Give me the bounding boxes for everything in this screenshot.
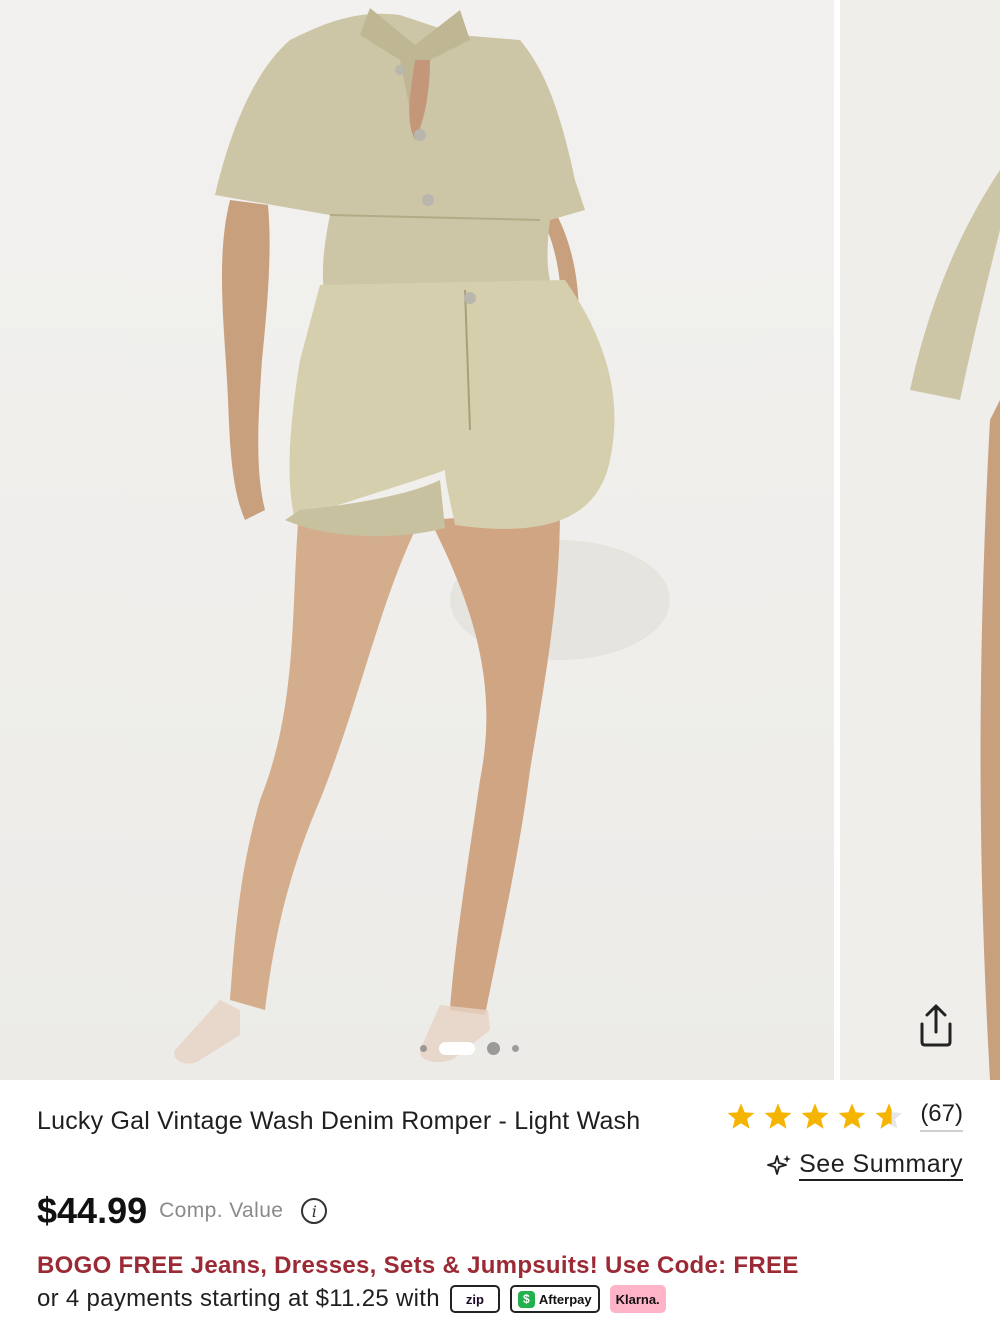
product-image-gallery[interactable] [0,0,1000,1080]
comp-value-label: Comp. Value [159,1199,284,1222]
product-main-image[interactable] [0,0,834,1080]
star-rating [726,1102,904,1130]
star-icon [801,1103,829,1129]
star-icon [727,1103,755,1129]
zip-badge[interactable]: zip [449,1285,500,1313]
price-row: $44.99 Comp. Value i [37,1190,328,1232]
gallery-dot[interactable] [420,1044,427,1052]
share-button[interactable] [910,1000,962,1052]
afterpay-icon: $ [517,1290,535,1308]
afterpay-badge[interactable]: $ Afterpay [509,1285,600,1313]
promo-banner: BOGO FREE Jeans, Dresses, Sets & Jumpsui… [37,1252,799,1279]
product-next-image[interactable] [840,0,1000,1080]
product-info: Lucky Gal Vintage Wash Denim Romper - Li… [0,1080,1000,1333]
next-model-illustration [910,170,1000,1080]
product-title: Lucky Gal Vintage Wash Denim Romper - Li… [37,1107,641,1135]
review-count-link[interactable]: (67) [920,1100,963,1132]
share-icon [920,1004,952,1047]
half-star-icon [875,1103,903,1129]
gallery-dot[interactable] [487,1041,500,1055]
afterpay-label: Afterpay [538,1291,592,1307]
klarna-badge[interactable]: Klarna. [609,1285,666,1313]
see-summary-label: See Summary [799,1150,963,1181]
star-icon [838,1103,866,1129]
info-icon[interactable]: i [301,1198,328,1224]
gallery-dot[interactable] [512,1044,519,1052]
product-price: $44.99 [37,1190,148,1231]
payments-text: or 4 payments starting at $11.25 with [37,1285,440,1312]
see-summary-link[interactable]: See Summary [767,1150,963,1181]
installment-payments: or 4 payments starting at $11.25 with zi… [37,1285,666,1313]
model-illustration [174,8,670,1064]
gallery-dot-active[interactable] [439,1041,475,1055]
gallery-pagination-dots[interactable] [420,1038,519,1058]
sparkle-icon [767,1154,792,1175]
star-icon [764,1103,792,1129]
product-rating[interactable]: (67) [726,1100,963,1132]
